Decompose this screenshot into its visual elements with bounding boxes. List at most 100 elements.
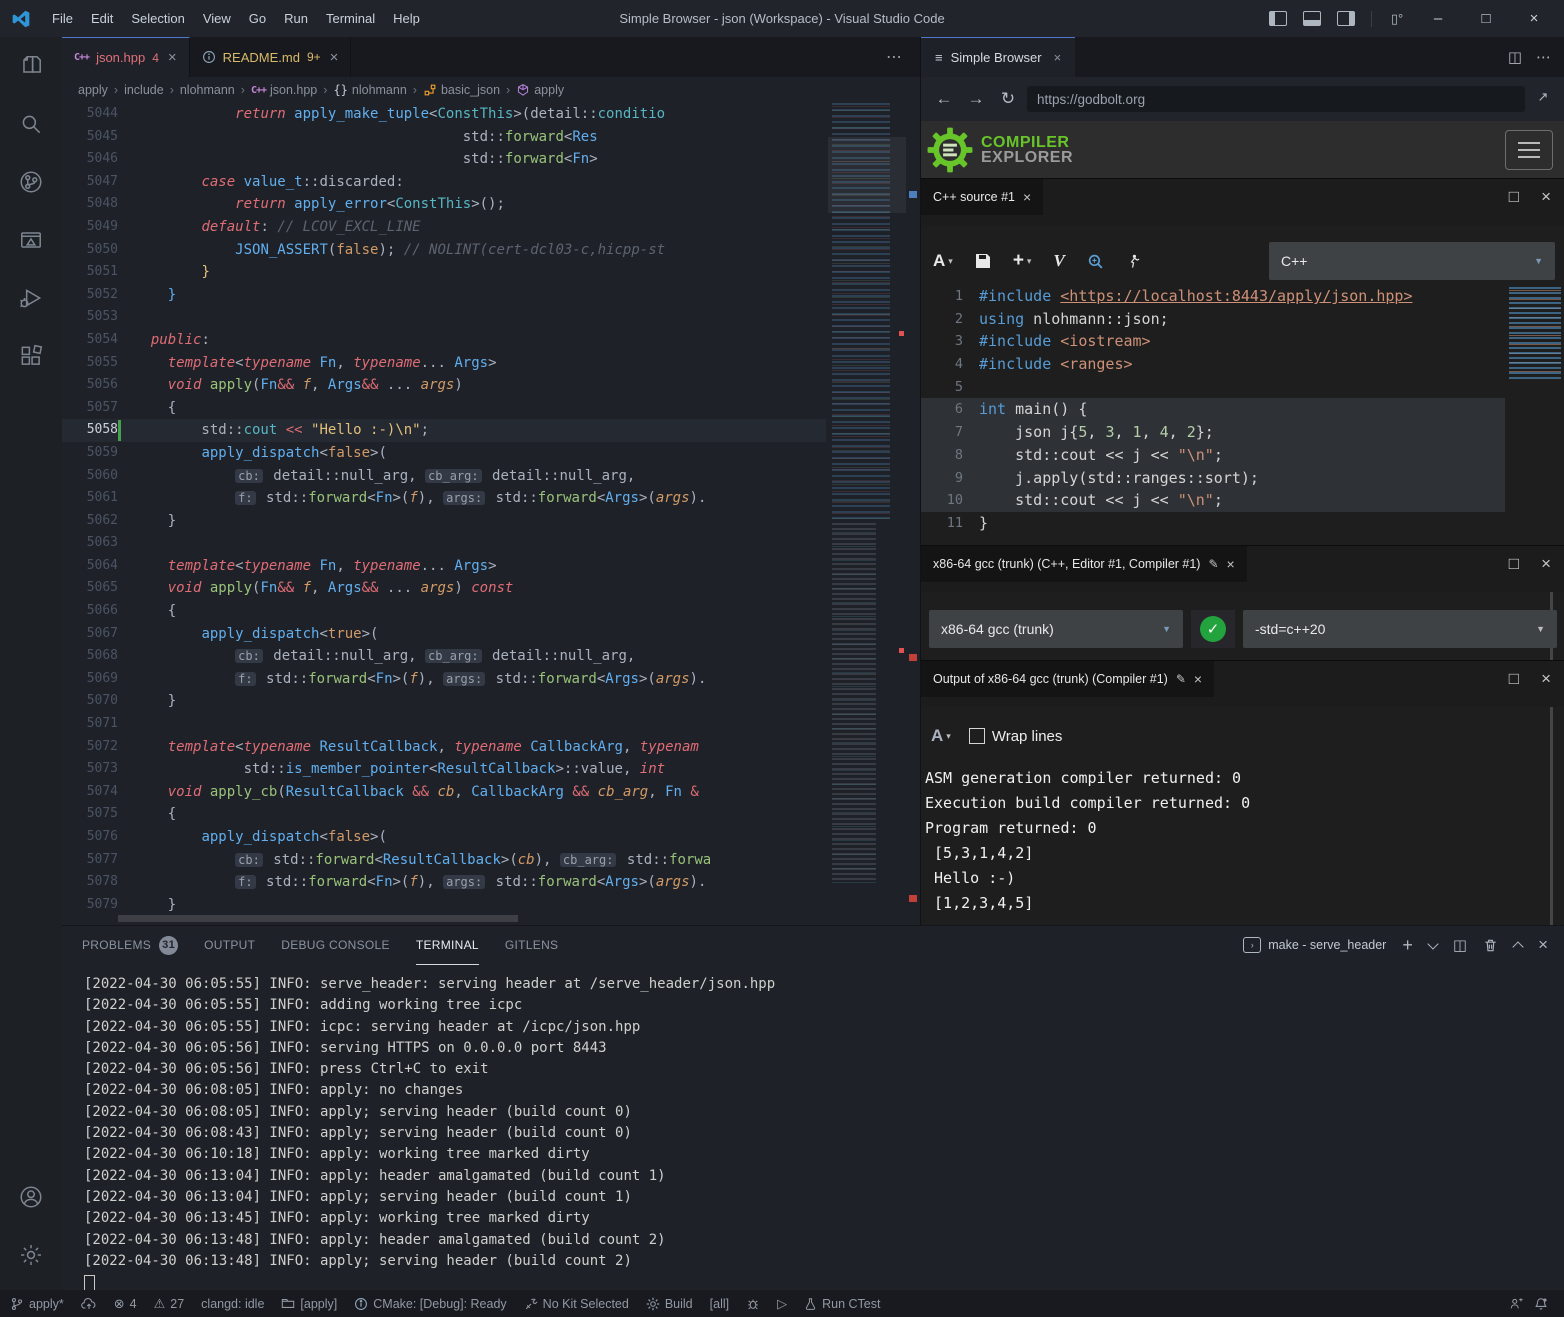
close-pane-icon[interactable]: × [1194,671,1202,687]
maximize-pane-icon[interactable]: □ [1509,554,1519,574]
compiler-explorer-logo[interactable]: COMPILER EXPLORER [921,127,1073,173]
panel-tab-output[interactable]: OUTPUT [204,926,255,964]
code-line[interactable]: 5046 std::forward<Fn> [62,148,826,171]
code-line[interactable]: 5057 { [62,397,826,420]
code-line[interactable]: 5059 apply_dispatch<false>( [62,442,826,465]
font-size-button[interactable]: A▾ [931,726,951,746]
code-line[interactable]: 5073 std::is_member_pointer<ResultCallba… [62,758,826,781]
code-line[interactable]: 5048 return apply_error<ConstThis>(); [62,193,826,216]
menu-run[interactable]: Run [275,11,317,26]
feedback-status[interactable] [1509,1297,1524,1311]
code-line[interactable]: 7 json j{5, 3, 1, 4, 2}; [921,421,1505,444]
code-line[interactable]: 5064 template<typename Fn, typename... A… [62,555,826,578]
run-debug-icon[interactable] [0,269,62,327]
toggle-sidebar-icon[interactable] [1263,4,1293,34]
simple-browser-tab[interactable]: ≡ Simple Browser × [921,37,1075,77]
code-line[interactable]: 5051 } [62,261,826,284]
extensions-icon[interactable] [0,327,62,385]
close-tab-icon[interactable]: × [168,49,177,66]
code-line[interactable]: 10 std::cout << j << "\n"; [921,489,1505,512]
cmake-icon[interactable] [0,211,62,269]
back-icon[interactable]: ← [931,89,957,109]
customize-layout-icon[interactable]: ▯° [1382,4,1412,34]
clangd-status[interactable]: clangd: idle [201,1297,264,1311]
code-line[interactable]: 5061 f: std::forward<Fn>(f), args: std::… [62,487,826,510]
code-line[interactable]: 5071 [62,713,826,736]
code-line[interactable]: 5044 return apply_make_tuple<ConstThis>(… [62,103,826,126]
close-pane-icon[interactable]: × [1227,556,1235,572]
code-line[interactable]: 8 std::cout << j << "\n"; [921,444,1505,467]
code-line[interactable]: 1#include <https://localhost:8443/apply/… [921,285,1505,308]
code-line[interactable]: 5060 cb: detail::null_arg, cb_arg: detai… [62,465,826,488]
code-line[interactable]: 5058 std::cout << "Hello :-)\n"; [62,419,826,442]
code-line[interactable]: 6int main() { [921,398,1505,421]
more-actions-icon[interactable]: ⋯ [1536,48,1551,66]
settings-gear-icon[interactable] [0,1226,62,1284]
maximize-button[interactable]: □ [1464,0,1508,37]
code-line[interactable]: 5078 f: std::forward<Fn>(f), args: std::… [62,871,826,894]
menu-terminal[interactable]: Terminal [317,11,384,26]
font-size-button[interactable]: A▾ [933,251,953,271]
split-editor-icon[interactable]: ◫ [1508,48,1522,66]
code-line[interactable]: 5067 apply_dispatch<true>( [62,623,826,646]
close-tab-icon[interactable]: × [330,49,339,66]
hamburger-menu-icon[interactable] [1505,130,1553,170]
code-line[interactable]: 5075 { [62,803,826,826]
breadcrumb-item[interactable]: apply [516,83,564,97]
debug-status[interactable] [746,1297,760,1311]
notifications-bell[interactable] [1534,1297,1548,1311]
ctest-status[interactable]: Run CTest [804,1297,880,1311]
code-line[interactable]: 5066 { [62,600,826,623]
overview-ruler[interactable] [906,103,920,925]
code-line[interactable]: 5 [921,376,1505,399]
minimap[interactable] [828,103,906,883]
code-line[interactable]: 5068 cb: detail::null_arg, cb_arg: detai… [62,645,826,668]
code-line[interactable]: 5063 [62,532,826,555]
code-line[interactable]: 5050 JSON_ASSERT(false); // NOLINT(cert-… [62,239,826,262]
wrap-lines-checkbox[interactable]: Wrap lines [969,728,1063,745]
code-line[interactable]: 2using nlohmann::json; [921,308,1505,331]
publish-changes-status[interactable] [81,1297,97,1311]
code-line[interactable]: 5077 cb: std::forward<ResultCallback>(cb… [62,849,826,872]
editor-tab-json.hpp[interactable]: C++json.hpp4× [62,37,190,77]
zoom-icon[interactable] [1087,253,1104,270]
menu-help[interactable]: Help [384,11,429,26]
toggle-panel-icon[interactable] [1297,4,1327,34]
breadcrumb-item[interactable]: apply [78,83,108,97]
explorer-icon[interactable] [0,37,62,95]
menu-selection[interactable]: Selection [122,11,193,26]
code-line[interactable]: 5079 } [62,894,826,917]
close-pane-icon[interactable]: × [1541,187,1551,207]
code-line[interactable]: 5056 void apply(Fn&& f, Args&& ... args) [62,374,826,397]
code-line[interactable]: 5072 template<typename ResultCallback, t… [62,736,826,759]
cmake-folder-status[interactable]: [apply] [281,1297,337,1311]
code-line[interactable]: 5069 f: std::forward<Fn>(f), args: std::… [62,668,826,691]
breadcrumb-item[interactable]: C++json.hpp [251,83,317,97]
language-select[interactable]: C++▼ [1269,242,1555,280]
compiler-pane-tab[interactable]: x86-64 gcc (trunk) (C++, Editor #1, Comp… [921,546,1247,582]
breadcrumb-item[interactable]: basic_json [423,83,500,97]
close-pane-icon[interactable]: × [1541,669,1551,689]
compiler-options-input[interactable]: -std=c++20▼ [1243,610,1557,648]
editor-more-actions-icon[interactable]: ⋯ [886,47,920,67]
new-terminal-icon[interactable]: + [1402,935,1413,956]
kill-terminal-icon[interactable] [1483,938,1498,953]
menu-edit[interactable]: Edit [82,11,122,26]
menu-view[interactable]: View [194,11,240,26]
terminal-instance[interactable]: › make - serve_header [1243,937,1386,953]
url-input[interactable]: https://godbolt.org [1027,86,1525,112]
panel-tab-debug-console[interactable]: DEBUG CONSOLE [281,926,390,964]
horizontal-scrollbar[interactable] [118,915,518,922]
breadcrumb-item[interactable]: include [124,83,164,97]
vim-mode-icon[interactable]: V [1053,251,1064,271]
close-tab-icon[interactable]: × [1054,50,1062,65]
breadcrumb-item[interactable]: {}nlohmann [333,83,406,97]
source-pane-tab[interactable]: C++ source #1× [921,179,1043,215]
forward-icon[interactable]: → [963,89,989,109]
rename-pane-icon[interactable]: ✎ [1176,672,1186,686]
maximize-pane-icon[interactable]: □ [1509,669,1519,689]
panel-tab-gitlens[interactable]: GITLENS [505,926,558,964]
editor-code[interactable]: 5044 return apply_make_tuple<ConstThis>(… [62,103,826,925]
cppinsights-icon[interactable] [1126,253,1141,269]
panel-tab-terminal[interactable]: TERMINAL [416,926,479,965]
